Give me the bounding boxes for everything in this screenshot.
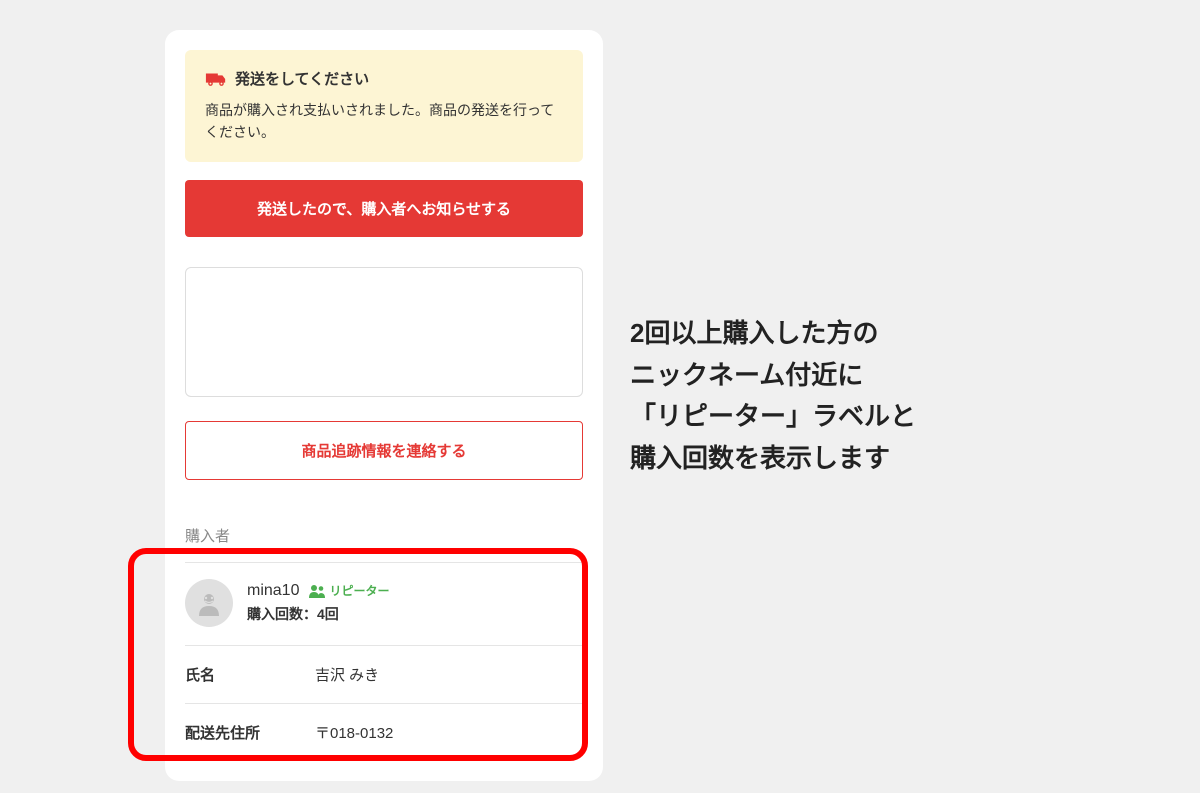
buyer-name-row: mina10 リピーター [247,582,583,600]
purchase-count: 購入回数：4回 [247,604,583,624]
annotation-line: ニックネーム付近に [630,355,916,397]
content-box [185,267,583,397]
annotation-text: 2回以上購入した方の ニックネーム付近に 「リピーター」ラベルと 購入回数を表示… [630,313,916,479]
name-value: 吉沢 みき [315,664,379,685]
annotation-line: 購入回数を表示します [630,438,916,480]
address-label: 配送先住所 [185,722,315,743]
address-value: 〒018-0132 [315,722,393,743]
buyer-nickname: mina10 [247,582,299,600]
name-label: 氏名 [185,664,315,685]
shipping-notice: 発送をしてください 商品が購入され支払いされました。商品の発送を行ってください。 [185,50,583,162]
buyer-info: mina10 リピーター 購入回数：4回 [247,582,583,624]
avatar [185,579,233,627]
buyer-row[interactable]: mina10 リピーター 購入回数：4回 [185,562,583,646]
annotation-line: 2回以上購入した方の [630,313,916,355]
name-row: 氏名 吉沢 みき [185,646,583,704]
notice-title: 発送をしてください [235,68,369,89]
notice-header: 発送をしてください [205,68,563,89]
notice-body: 商品が購入され支払いされました。商品の発送を行ってください。 [205,99,563,144]
repeater-badge: リピーター [309,582,389,599]
annotation-line: 「リピーター」ラベルと [630,396,916,438]
people-icon [309,584,325,598]
notify-shipped-button[interactable]: 発送したので、購入者へお知らせする [185,180,583,237]
phone-frame: 発送をしてください 商品が購入され支払いされました。商品の発送を行ってください。… [165,30,603,781]
tracking-info-button[interactable]: 商品追跡情報を連絡する [185,421,583,480]
buyer-section-label: 購入者 [185,525,583,546]
avatar-placeholder-icon [194,588,224,618]
address-row: 配送先住所 〒018-0132 [185,704,583,761]
repeater-label: リピーター [329,582,389,599]
truck-icon [205,71,227,87]
